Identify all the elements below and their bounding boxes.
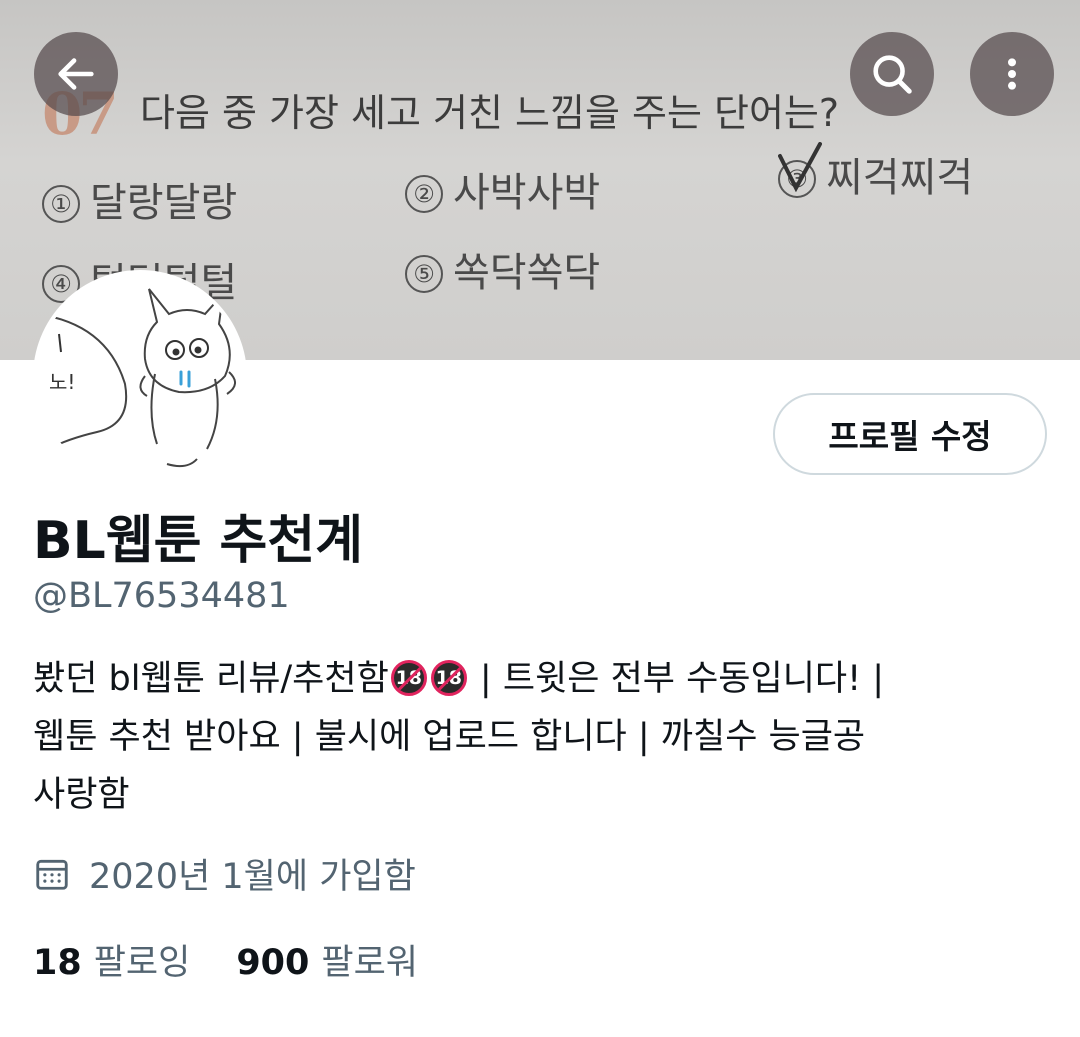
avatar-scribble-text: 노!	[49, 370, 75, 394]
option-1: ① 달랑달랑	[42, 170, 237, 228]
check-mark-icon	[778, 142, 822, 192]
option-5: ⑤ 쏙닥쏙닥	[405, 240, 600, 298]
bio-line-1: 봤던 bl웹툰 리뷰/추천함 18 18 | 트윗은 전부 수동입니다! |	[33, 659, 885, 699]
calendar-icon	[36, 859, 68, 890]
following-count: 18	[33, 943, 82, 983]
back-button[interactable]	[34, 32, 118, 116]
followers-link[interactable]: 900 팔로워	[236, 934, 418, 985]
user-handle: @BL76534481	[33, 576, 290, 616]
avatar[interactable]: 노!	[33, 270, 247, 484]
more-vertical-icon	[1008, 58, 1016, 90]
search-icon	[873, 55, 912, 94]
joined-text: 2020년 1월에 가입함	[89, 857, 416, 897]
arrow-left-icon	[58, 58, 94, 90]
joined-date: 2020년 1월에 가입함	[33, 848, 416, 899]
bio-line-3: 사랑함	[33, 775, 130, 815]
search-button[interactable]	[850, 32, 934, 116]
question-text: 다음 중 가장 세고 거친 느낌을 주는 단어는?	[140, 91, 840, 135]
followers-count: 900	[236, 943, 310, 983]
display-name: BL웹툰 추천계	[33, 511, 364, 571]
following-label: 팔로잉	[93, 943, 191, 983]
option-2: ② 사박사박	[405, 160, 600, 218]
no-under-18-icon: 18	[390, 660, 427, 696]
bio: 봤던 bl웹툰 리뷰/추천함 18 18 | 트윗은 전부 수동입니다! | 웹툰 …	[33, 650, 1043, 824]
avatar-drawing: 노!	[37, 274, 243, 480]
no-under-18-icon: 18	[430, 660, 467, 696]
bio-line-2: 웹툰 추천 받아요 | 불시에 업로드 합니다 | 까칠수 능글공	[33, 717, 866, 757]
following-link[interactable]: 18 팔로잉	[33, 934, 190, 985]
more-options-button[interactable]	[970, 32, 1054, 116]
followers-label: 팔로워	[321, 943, 418, 983]
follow-stats: 18 팔로잉 900 팔로워	[33, 934, 418, 985]
edit-profile-button[interactable]: 프로필 수정	[773, 393, 1047, 475]
